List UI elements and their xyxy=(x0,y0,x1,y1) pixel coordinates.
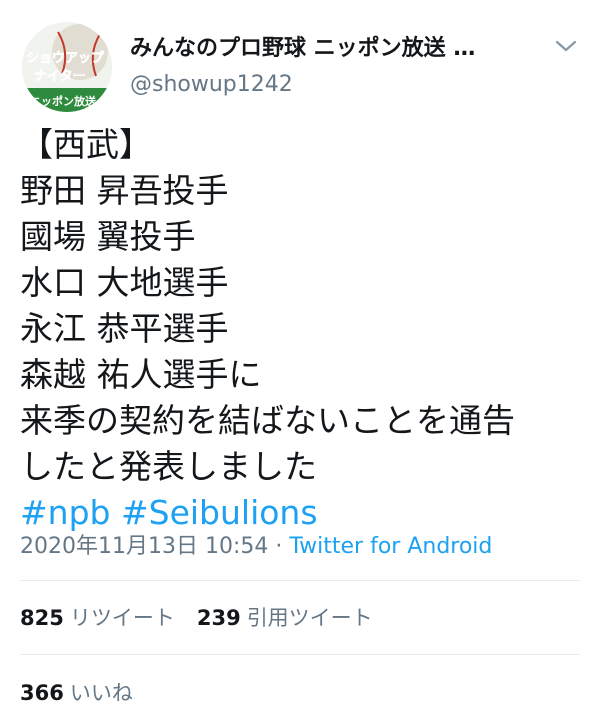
hashtag-link[interactable]: #npb xyxy=(20,493,110,532)
retweets-count: 825 xyxy=(20,606,64,630)
retweets-link[interactable]: 825 リツイート xyxy=(20,606,175,630)
tweet-line: 永江 恭平選手 xyxy=(20,309,229,348)
tweet-timestamp[interactable]: 2020年11月13日 10:54 xyxy=(20,534,268,559)
likes-label: いいね xyxy=(69,681,133,705)
author-block: みんなのプロ野球 ニッポン放送 … @showup1242 xyxy=(130,22,550,97)
tweet-line: 水口 大地選手 xyxy=(20,263,229,302)
avatar[interactable]: ショウアップ ナイター ニッポン放送 xyxy=(22,22,112,112)
meta-separator: · xyxy=(268,534,290,559)
retweet-stats: 825 リツイート 239 引用ツイート xyxy=(20,602,373,632)
quotes-link[interactable]: 239 引用ツイート xyxy=(197,606,373,630)
avatar-text-3: ニッポン放送 xyxy=(30,94,97,108)
hashtag-link[interactable]: #Seibulions xyxy=(121,493,318,532)
likes-link[interactable]: 366 いいね xyxy=(20,677,133,707)
tweet-line: 野田 昇吾投手 xyxy=(20,171,229,210)
tweet-card: ショウアップ ナイター ニッポン放送 みんなのプロ野球 ニッポン放送 … @sh… xyxy=(0,0,600,727)
retweets-label: リツイート xyxy=(69,606,175,630)
avatar-text-2: ナイター xyxy=(34,69,85,84)
divider xyxy=(20,654,580,655)
divider xyxy=(20,580,580,581)
author-display-name[interactable]: みんなのプロ野球 ニッポン放送 … xyxy=(130,30,550,62)
tweet-line: 【西武】 xyxy=(20,125,152,164)
tweet-source-link[interactable]: Twitter for Android xyxy=(289,534,492,559)
tweet-header: ショウアップ ナイター ニッポン放送 みんなのプロ野球 ニッポン放送 … @sh… xyxy=(22,22,582,112)
tweet-line: 来季の契約を結ばないことを通告 xyxy=(20,401,515,440)
tweet-meta: 2020年11月13日 10:54 · Twitter for Android xyxy=(20,528,585,560)
likes-count: 366 xyxy=(20,681,64,705)
avatar-image: ショウアップ ナイター ニッポン放送 xyxy=(22,22,112,112)
tweet-text: 【西武】 野田 昇吾投手 國場 翼投手 水口 大地選手 永江 恭平選手 森越 祐… xyxy=(20,122,585,536)
quotes-count: 239 xyxy=(196,606,241,630)
quotes-label: 引用ツイート xyxy=(246,606,373,630)
avatar-text-1: ショウアップ xyxy=(26,51,105,66)
tweet-line: 森越 祐人選手に xyxy=(20,355,262,394)
tweet-line: 國場 翼投手 xyxy=(20,217,196,256)
chevron-down-icon[interactable] xyxy=(554,38,578,54)
author-handle[interactable]: @showup1242 xyxy=(130,72,550,97)
tweet-line: したと発表しました xyxy=(20,447,317,486)
